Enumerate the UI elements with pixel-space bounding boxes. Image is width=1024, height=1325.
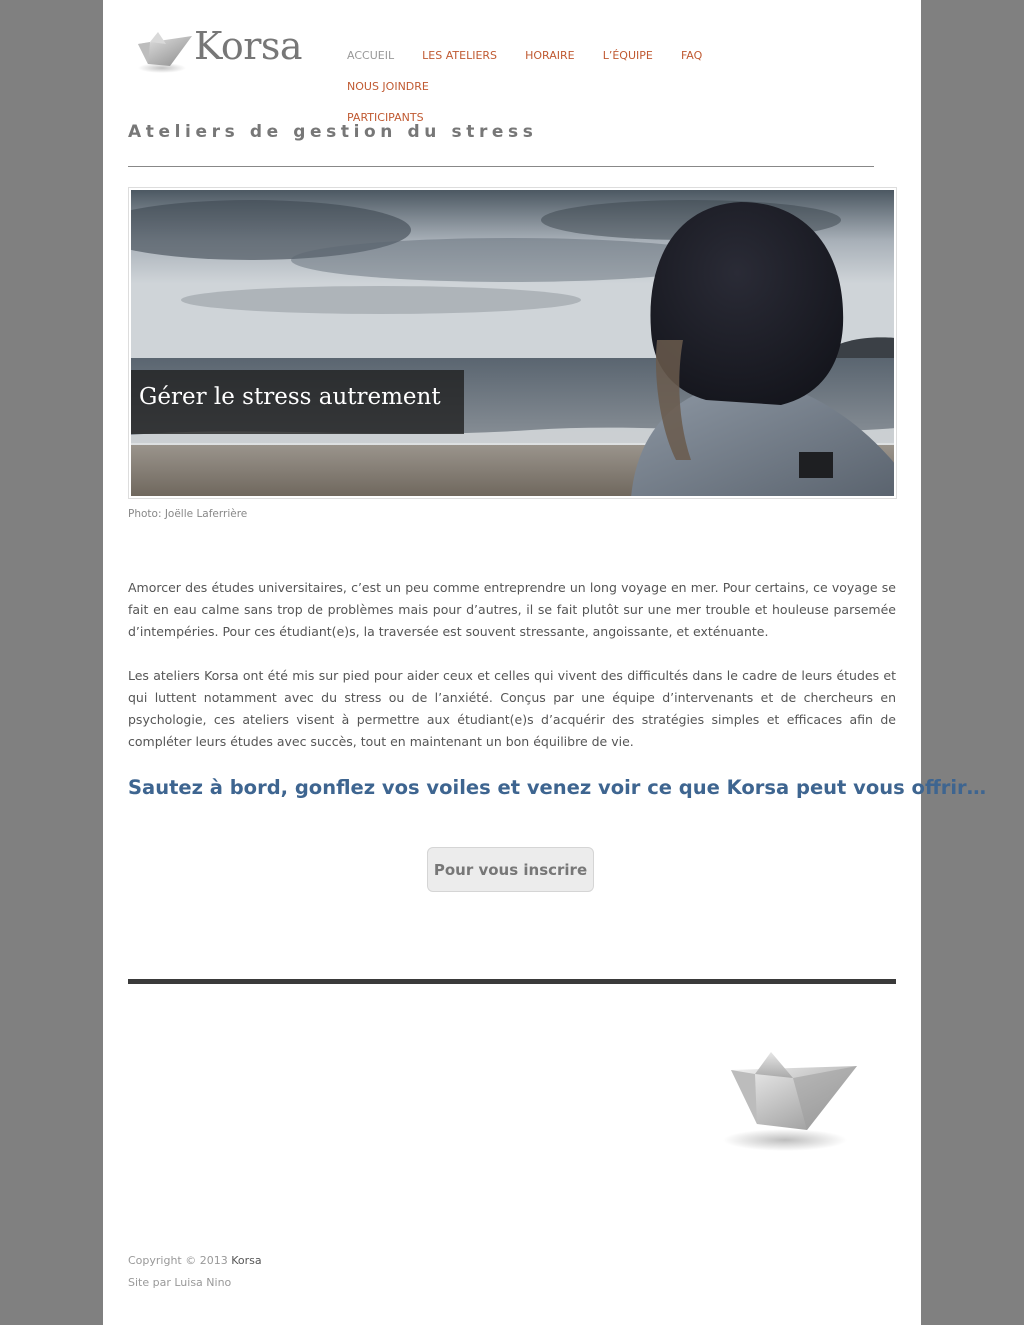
hero-photo-illustration (131, 190, 894, 496)
register-button[interactable]: Pour vous inscrire (427, 847, 594, 892)
hero-banner: Gérer le stress autrement (128, 187, 897, 499)
paper-boat-icon (138, 32, 192, 73)
title-divider (128, 166, 874, 167)
cta-heading: Sautez à bord, gonflez vos voiles et ven… (128, 776, 987, 799)
nav-item-faq[interactable]: FAQ (681, 45, 702, 75)
site-credit: Site par Luisa Nino (128, 1276, 232, 1289)
page-title: Ateliers de gestion du stress (128, 122, 538, 142)
intro-paragraph: Amorcer des études universitaires, c’est… (128, 580, 896, 639)
description-paragraph: Les ateliers Korsa ont été mis sur pied … (128, 668, 896, 749)
copyright-link[interactable]: Korsa (231, 1254, 261, 1267)
site-logo[interactable]: Korsa (136, 24, 308, 76)
hero-caption-box: Gérer le stress autrement (131, 370, 464, 434)
photo-credit: Photo: Joëlle Laferrière (128, 508, 248, 520)
nav-item-horaire[interactable]: HORAIRE (525, 45, 575, 75)
nav-item-accueil[interactable]: ACCUEIL (347, 45, 394, 75)
copyright: Copyright © 2013 Korsa (128, 1254, 262, 1267)
copyright-text: Copyright © 2013 (128, 1254, 228, 1267)
nav-item-nous-joindre[interactable]: NOUS JOINDRE (347, 76, 429, 106)
footer-divider (128, 979, 896, 984)
nav-item-equipe[interactable]: L’ÉQUIPE (603, 45, 653, 75)
hero-image: Gérer le stress autrement (131, 190, 894, 496)
hero-caption: Gérer le stress autrement (139, 384, 441, 410)
paper-boat-icon (723, 1052, 857, 1151)
page: Korsa ACCUEIL LES ATELIERS HORAIRE L’ÉQU… (103, 0, 986, 1325)
nav-item-ateliers[interactable]: LES ATELIERS (422, 45, 497, 75)
logo-text: Korsa (194, 24, 303, 68)
